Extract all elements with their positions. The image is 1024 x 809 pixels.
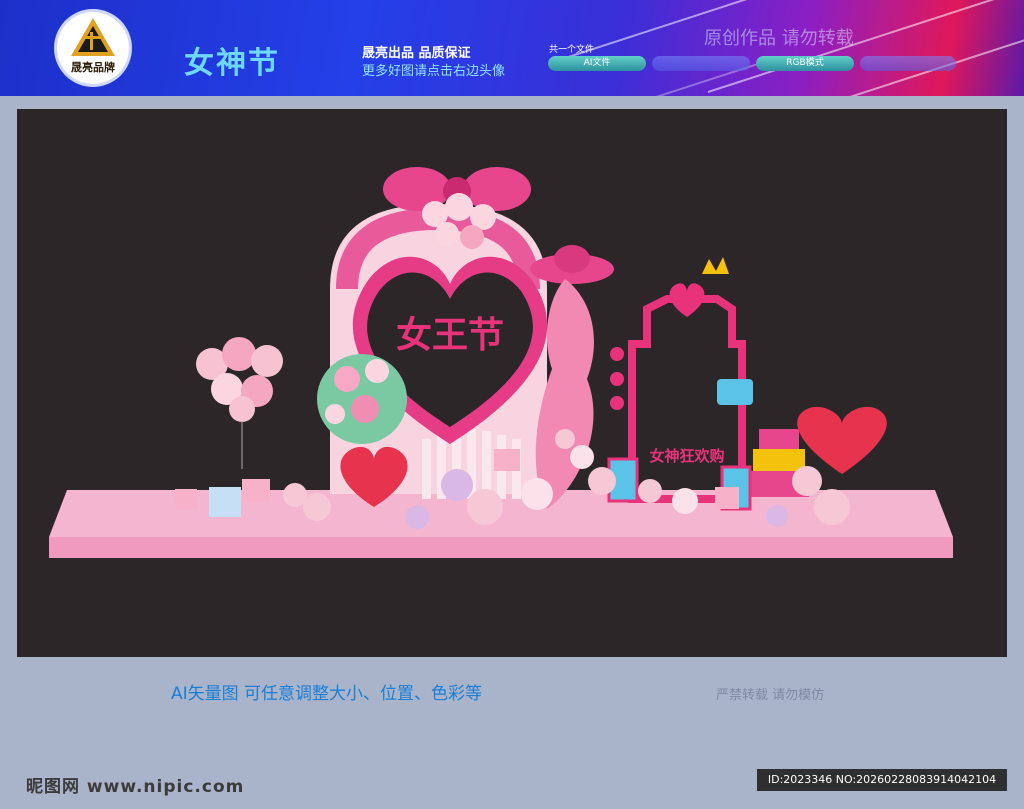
logo-text: 晟亮品牌	[71, 61, 115, 74]
board-title: 女神狂欢购	[649, 447, 724, 465]
top-banner: 晟亮品牌 女神节 晟亮出品 品质保证 更多好图请点击右边头像 共一个文件 AI文…	[0, 0, 1024, 96]
rgb-mode-badge: RGB模式	[756, 56, 854, 71]
image-id-box: ID:2023346 NO:20260228083914042104	[757, 769, 1007, 791]
artwork-preview: 女王节 女神狂欢购	[17, 109, 1007, 657]
heart-title: 女王节	[396, 314, 504, 356]
empty-badge-2	[860, 56, 956, 71]
brand-logo[interactable]: 晟亮品牌	[57, 12, 129, 84]
camera-icon	[717, 379, 753, 405]
crown-icon	[702, 257, 729, 274]
copyright-note: 原创作品 请勿转载	[704, 28, 854, 49]
photo-frame: 女神狂欢购	[628, 257, 746, 503]
file-count: 共一个文件	[549, 45, 595, 55]
empty-badge-1	[652, 56, 750, 71]
site-watermark[interactable]: 昵图网 www.nipic.com	[26, 772, 244, 797]
left-balloons	[196, 337, 283, 469]
banner-title: 女神节	[184, 46, 280, 81]
caption-left: AI矢量图 可任意调整大小、位置、色彩等	[171, 684, 483, 704]
platform-front	[49, 537, 953, 558]
brand-line: 晟亮出品 品质保证	[362, 46, 471, 61]
stage-illustration: 女王节 女神狂欢购	[49, 167, 953, 558]
flower-bouquet	[317, 354, 407, 444]
sub-line[interactable]: 更多好图请点击右边头像	[362, 60, 505, 79]
big-heart-right	[797, 406, 887, 474]
ai-file-badge: AI文件	[548, 56, 646, 71]
small-hearts	[610, 347, 624, 410]
caption-right: 严禁转载 请勿模仿	[716, 688, 825, 703]
